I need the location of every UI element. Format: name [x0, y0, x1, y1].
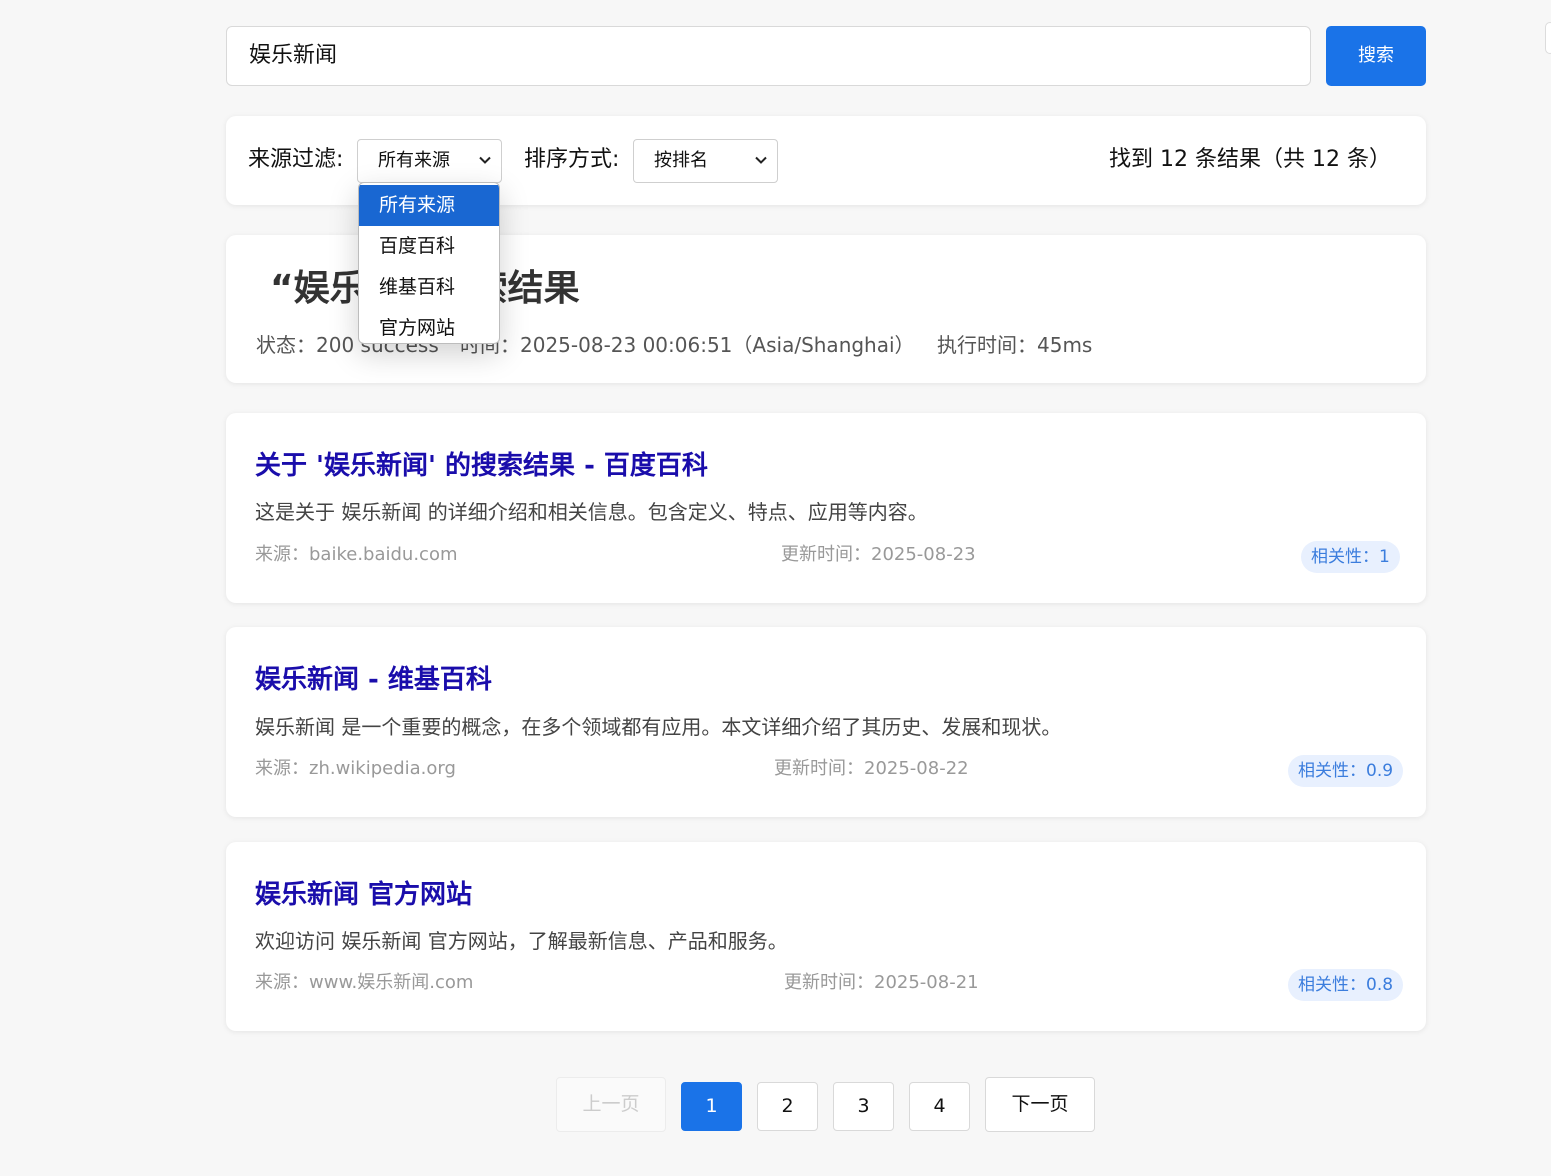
dropdown-option-wikipedia[interactable]: 维基百科 [359, 267, 499, 308]
relevance-badge: 相关性：1 [1301, 541, 1400, 573]
sort-select[interactable]: 按排名 [633, 139, 778, 183]
scroll-handle[interactable] [1545, 22, 1551, 54]
page-title-left: “娱乐 [270, 268, 366, 309]
result-updated: 更新时间：2025-08-21 [784, 972, 979, 993]
source-filter-select[interactable]: 所有来源 [357, 139, 502, 183]
dropdown-option-all[interactable]: 所有来源 [359, 185, 499, 226]
dropdown-option-official[interactable]: 官方网站 [359, 308, 499, 343]
result-title-link[interactable]: 娱乐新闻 - 维基百科 [255, 662, 492, 698]
chevron-down-icon [479, 156, 491, 164]
search-button[interactable]: 搜索 [1326, 26, 1426, 86]
query-time-text: 时间：2025-08-23 00:06:51（Asia/Shanghai） [460, 333, 915, 357]
result-description: 娱乐新闻 是一个重要的概念，在多个领域都有应用。本文详细介绍了其历史、发展和现状… [255, 715, 1062, 739]
result-source: 来源：zh.wikipedia.org [255, 758, 456, 779]
next-page-button[interactable]: 下一页 [985, 1077, 1095, 1132]
relevance-badge: 相关性：0.8 [1288, 969, 1404, 1001]
result-title-link[interactable]: 关于 '娱乐新闻' 的搜索结果 - 百度百科 [255, 448, 708, 484]
page-1-button[interactable]: 1 [681, 1082, 742, 1131]
source-filter-label: 来源过滤: [248, 147, 344, 172]
result-source: 来源：baike.baidu.com [255, 544, 458, 565]
source-dropdown-menu: 所有来源 百度百科 维基百科 官方网站 [358, 182, 500, 344]
result-updated: 更新时间：2025-08-23 [781, 544, 976, 565]
dropdown-option-baidu[interactable]: 百度百科 [359, 226, 499, 267]
result-description: 这是关于 娱乐新闻 的详细介绍和相关信息。包含定义、特点、应用等内容。 [255, 500, 928, 524]
chevron-down-icon [755, 156, 767, 164]
result-updated: 更新时间：2025-08-22 [774, 758, 969, 779]
sort-label: 排序方式: [524, 147, 620, 172]
result-count: 找到 12 条结果（共 12 条） [1109, 147, 1391, 172]
exec-time-text: 执行时间：45ms [937, 333, 1093, 357]
prev-page-button[interactable]: 上一页 [556, 1077, 666, 1132]
result-description: 欢迎访问 娱乐新闻 官方网站，了解最新信息、产品和服务。 [255, 929, 788, 953]
page-4-button[interactable]: 4 [909, 1082, 970, 1131]
page-2-button[interactable]: 2 [757, 1082, 818, 1131]
sort-value: 按排名 [654, 150, 708, 171]
relevance-badge: 相关性：0.9 [1288, 755, 1404, 787]
search-input[interactable]: 娱乐新闻 [226, 26, 1311, 86]
result-title-link[interactable]: 娱乐新闻 官方网站 [255, 877, 472, 913]
source-filter-value: 所有来源 [378, 150, 450, 171]
page-3-button[interactable]: 3 [833, 1082, 894, 1131]
result-source: 来源：www.娱乐新闻.com [255, 972, 474, 993]
